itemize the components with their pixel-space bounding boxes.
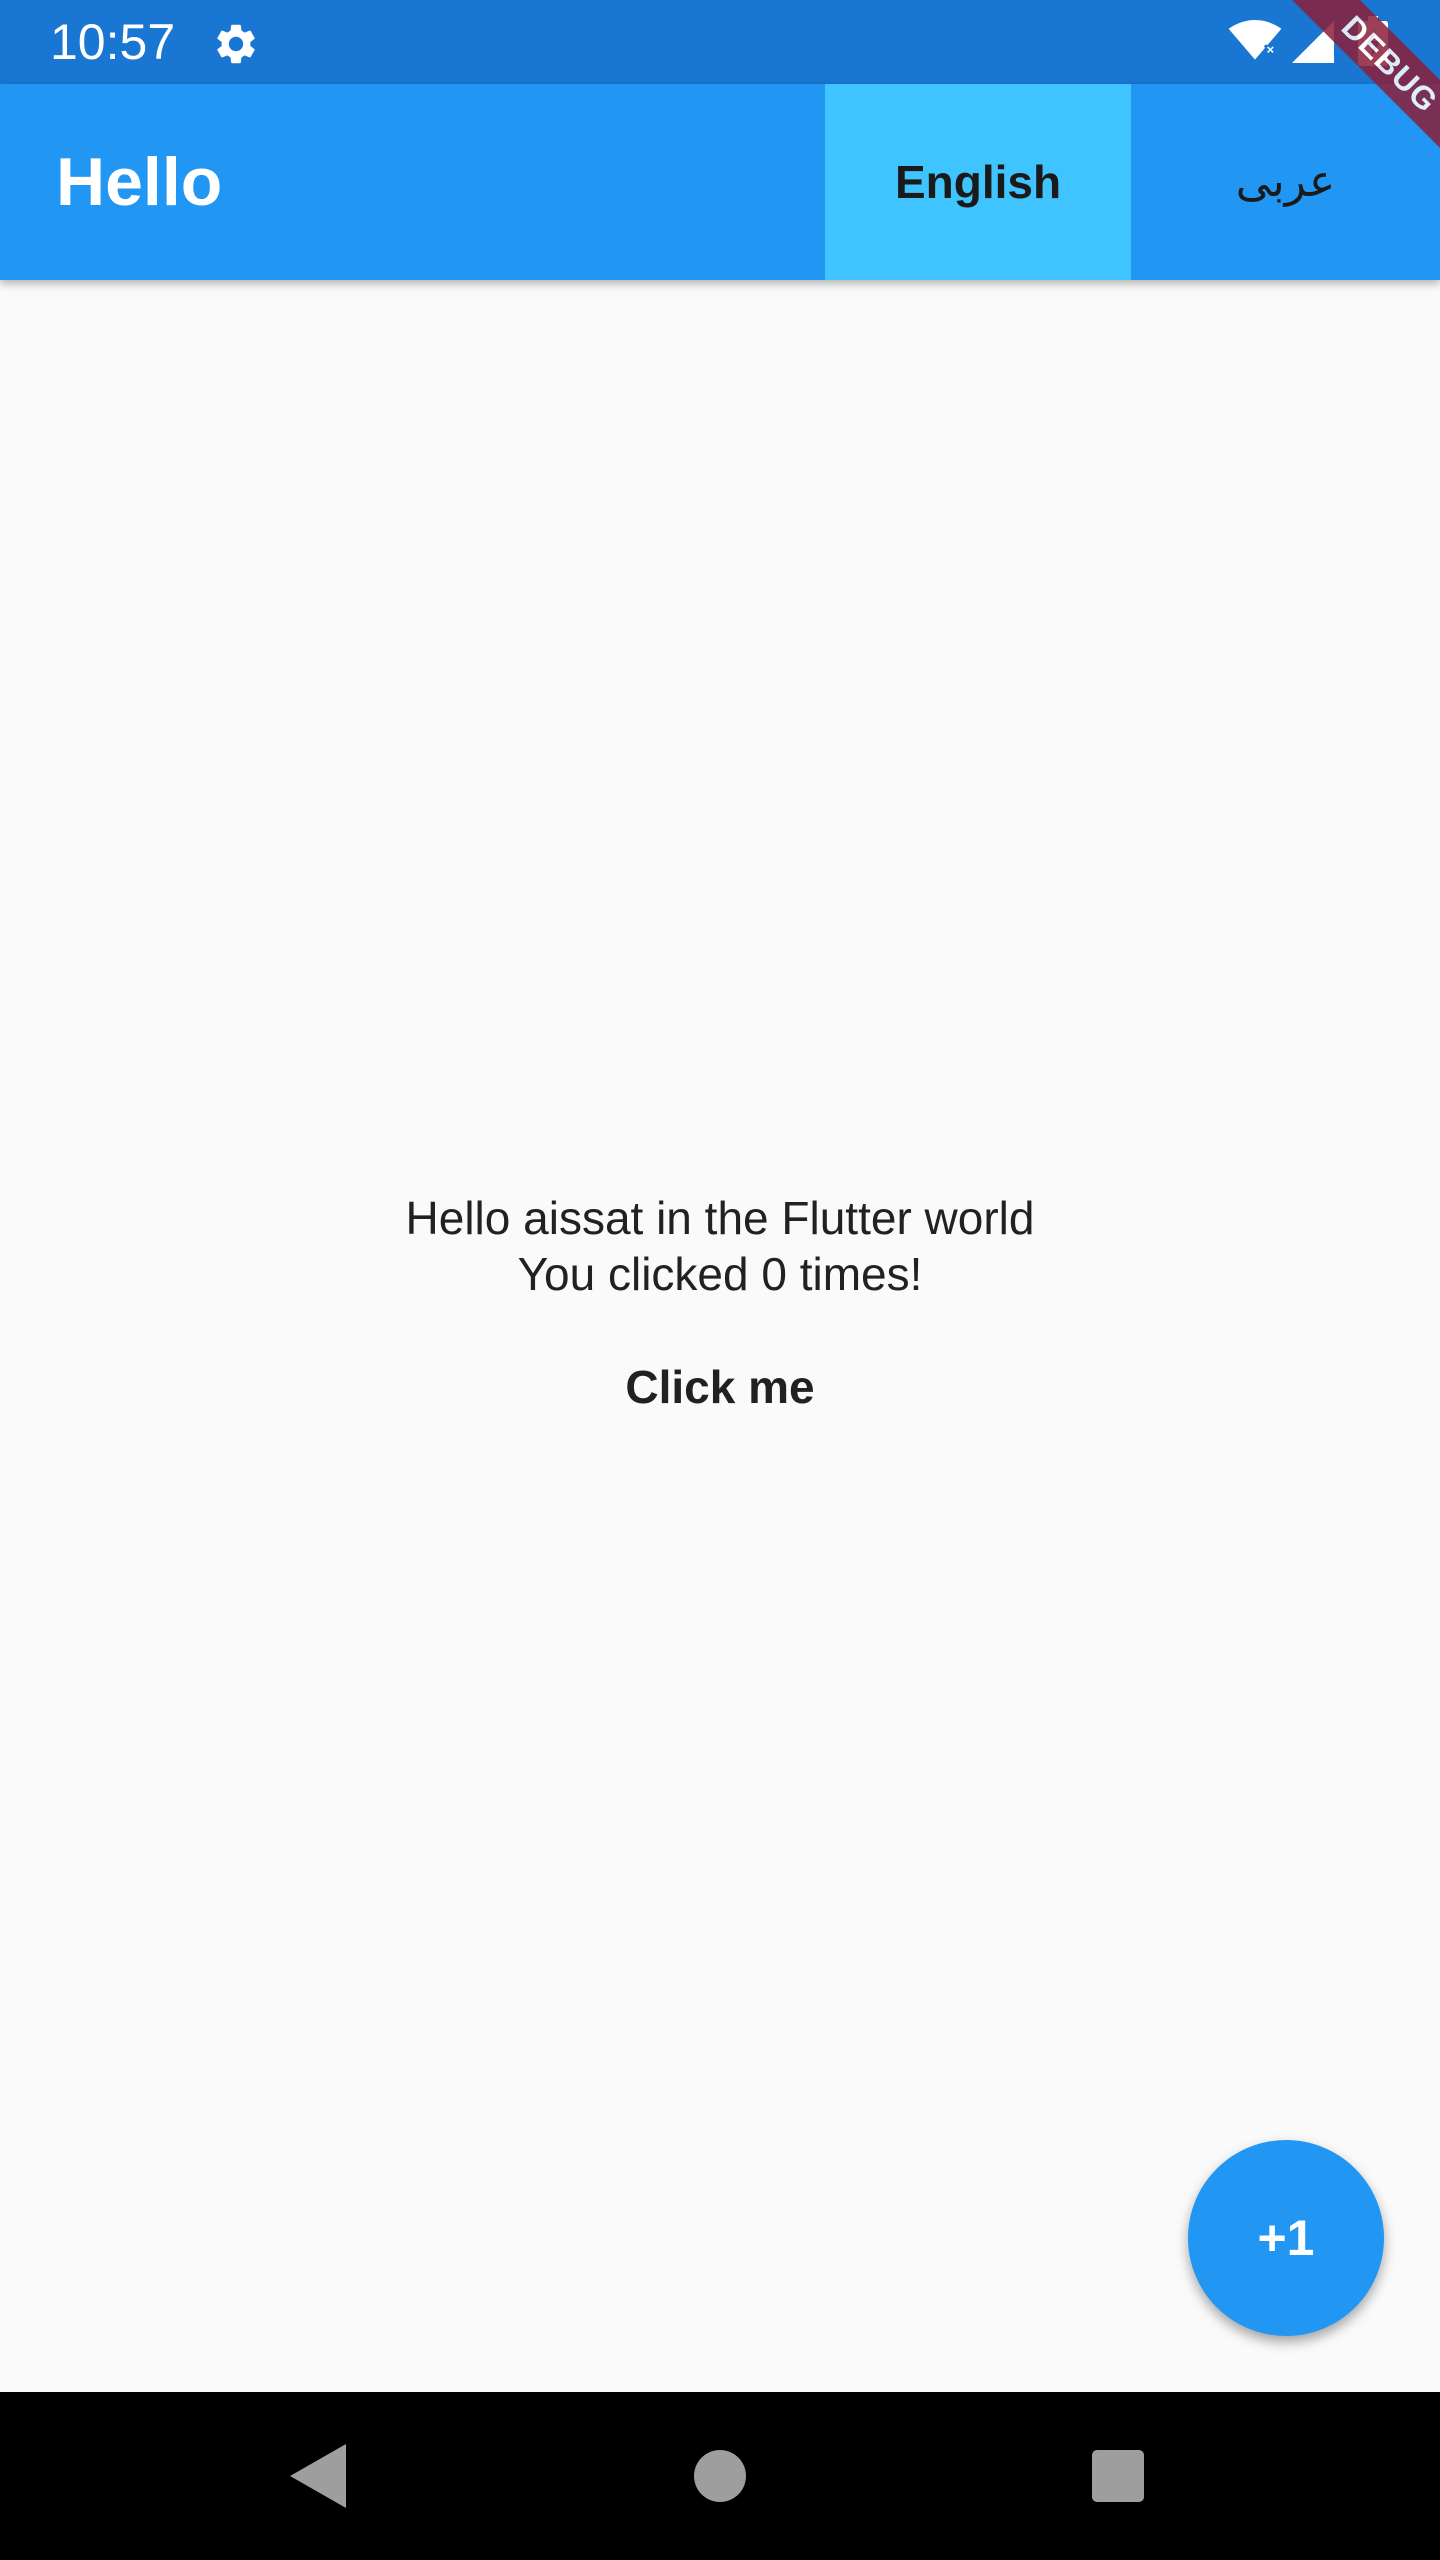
- app-title: Hello: [56, 144, 223, 220]
- greeting-text: Hello aissat in the Flutter world: [405, 1192, 1035, 1244]
- recents-icon[interactable]: [1092, 2450, 1144, 2502]
- status-time: 10:57: [50, 14, 176, 70]
- app-screen: 10:57 Hello English عربى DEBUG Hello ais…: [0, 0, 1440, 2560]
- main-content: Hello aissat in the Flutter world You cl…: [0, 1190, 1440, 1422]
- navigation-bar: [0, 2392, 1440, 2560]
- app-bar: Hello English عربى: [0, 84, 1440, 280]
- language-english-button[interactable]: English: [825, 84, 1131, 280]
- click-count-text: You clicked 0 times!: [517, 1248, 923, 1300]
- gear-icon: [217, 24, 255, 64]
- wifi-icon: [1228, 20, 1282, 60]
- status-bar: 10:57: [0, 0, 1440, 84]
- back-icon[interactable]: [290, 2444, 346, 2508]
- increment-fab[interactable]: +1: [1188, 2140, 1384, 2336]
- language-arabic-button[interactable]: عربى: [1131, 84, 1440, 280]
- home-icon[interactable]: [694, 2450, 746, 2502]
- click-me-button[interactable]: Click me: [601, 1352, 838, 1422]
